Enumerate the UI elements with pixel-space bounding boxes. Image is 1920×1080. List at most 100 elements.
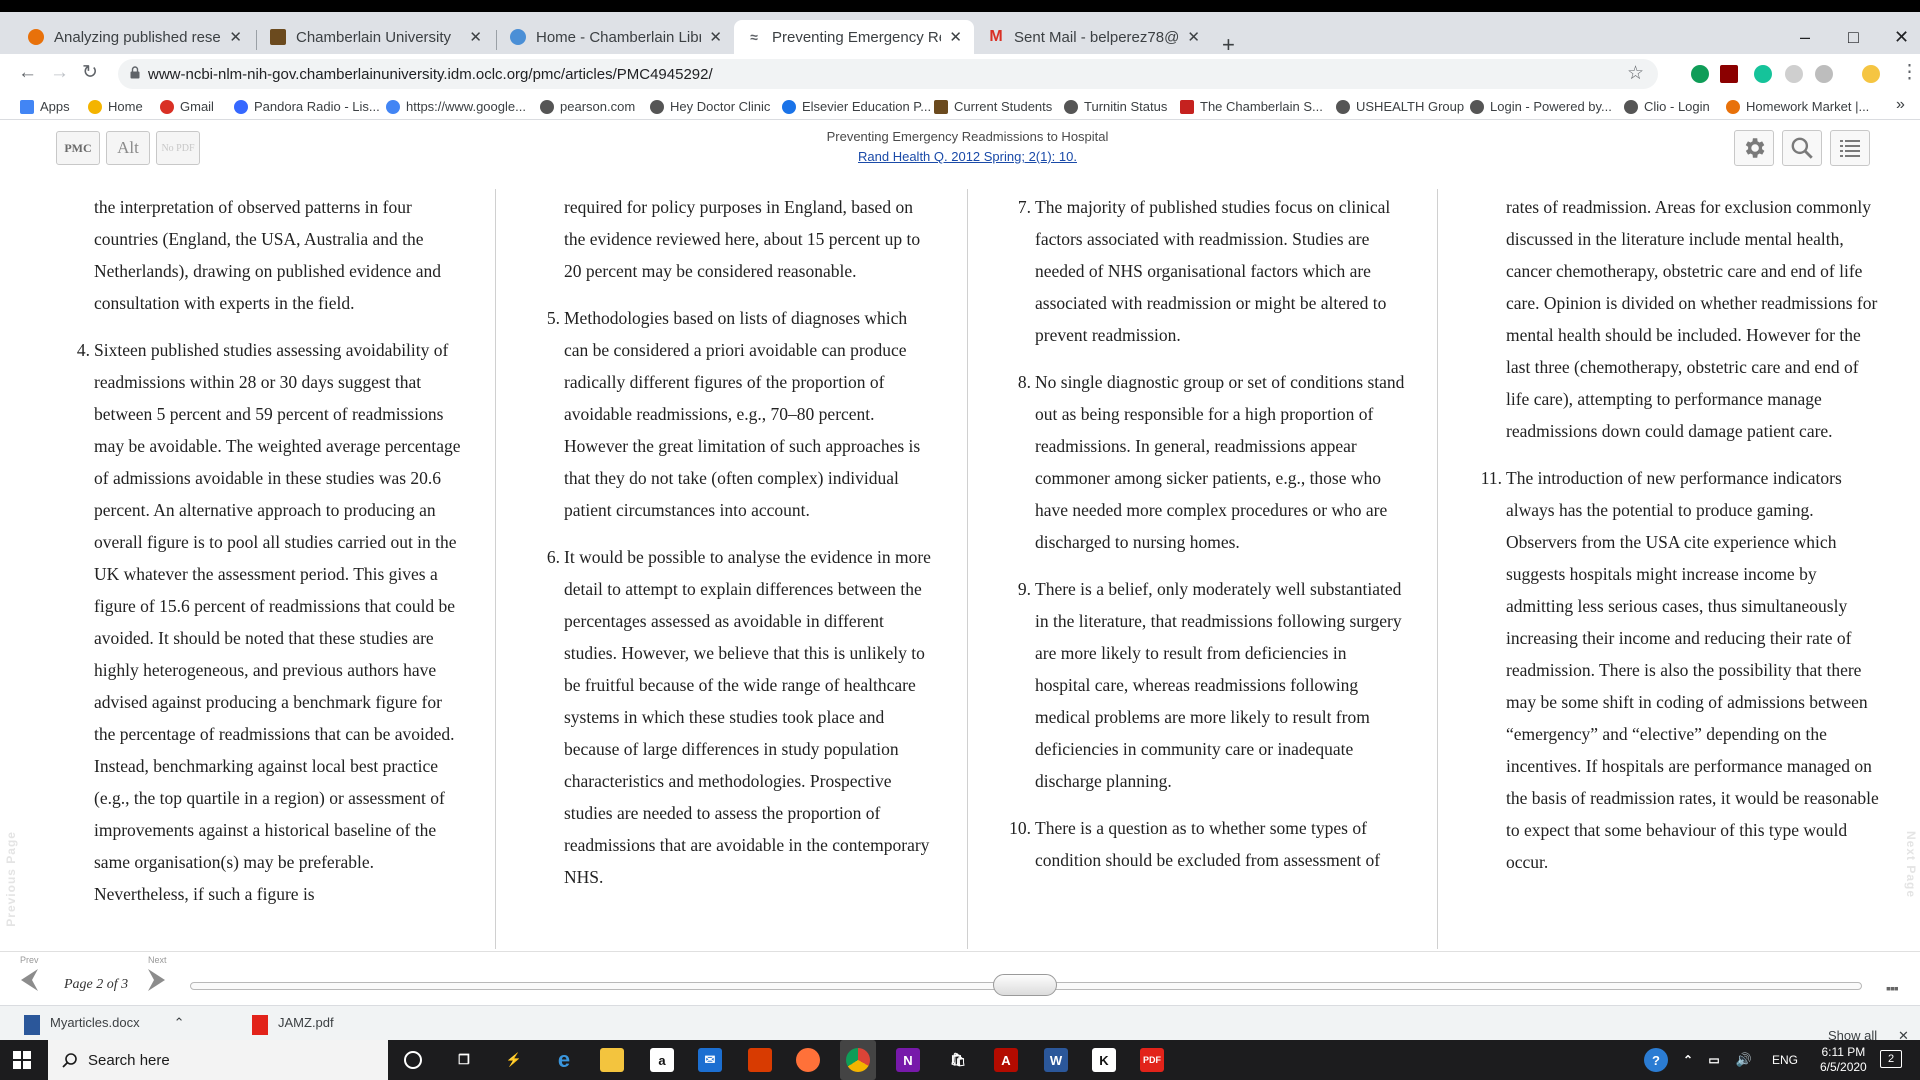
next-page-edge[interactable]: Next Page (1904, 831, 1918, 898)
bookmark-apps[interactable]: Apps (20, 99, 70, 114)
pager-bar: Prev Next Page 2 of 3 ▪▪▪ (0, 951, 1920, 1005)
bookmark-label: Gmail (180, 99, 214, 114)
windows-start-icon[interactable] (13, 1051, 31, 1069)
grammarly-icon[interactable] (1754, 65, 1772, 83)
acrobat-icon[interactable]: A (994, 1048, 1018, 1072)
bookmark-item[interactable]: Login - Powered by... (1470, 99, 1612, 114)
bookmark-label: pearson.com (560, 99, 636, 114)
bookmark-item[interactable]: USHEALTH Group (1336, 99, 1464, 114)
cortana-icon[interactable] (404, 1051, 422, 1069)
profile-avatar[interactable] (1862, 65, 1880, 83)
bookmark-label: https://www.google... (406, 99, 526, 114)
browser-tab[interactable]: Analyzing published research | N ✕ (16, 20, 254, 54)
reload-button[interactable]: ↻ (82, 63, 98, 82)
contents-button[interactable] (1830, 130, 1870, 166)
bookmark-item[interactable]: Gmail (160, 99, 214, 114)
globe-icon (1064, 99, 1078, 114)
amazon-icon[interactable]: a (650, 1048, 674, 1072)
firefox-icon[interactable] (796, 1048, 820, 1072)
chevron-up-icon[interactable]: ⌃ (1676, 1048, 1700, 1072)
tab-close-icon[interactable]: ✕ (949, 28, 962, 46)
previous-page-edge[interactable]: Previous Page (4, 831, 18, 927)
bookmark-item[interactable]: pearson.com (540, 99, 635, 114)
language-indicator[interactable]: ENG (1772, 1053, 1798, 1067)
new-tab-button[interactable]: + (1222, 34, 1235, 56)
network-icon[interactable]: ▭ (1702, 1048, 1726, 1072)
bookmark-item[interactable]: Homework Market |... (1726, 99, 1869, 114)
pdf-icon[interactable]: PDF (1140, 1048, 1164, 1072)
close-shelf-button[interactable]: ✕ (1898, 1028, 1909, 1040)
bookmark-item[interactable]: Clio - Login (1624, 99, 1710, 114)
find-button[interactable] (1782, 130, 1822, 166)
minimize-button[interactable]: – (1800, 28, 1810, 46)
browser-tab[interactable]: Home - Chamberlain Library Hom ✕ (498, 20, 734, 54)
bookmark-item[interactable]: https://www.google... (386, 99, 526, 114)
bookmark-item[interactable]: Current Students (934, 99, 1052, 114)
clock[interactable]: 6:11 PM 6/5/2020 (1820, 1045, 1867, 1075)
chevron-up-icon[interactable]: ⌃ (174, 1015, 185, 1031)
store-icon[interactable]: 🛍 (946, 1048, 970, 1072)
address-bar[interactable]: www-ncbi-nlm-nih-gov.chamberlainuniversi… (118, 59, 1658, 89)
more-bookmarks-button[interactable]: » (1896, 96, 1905, 114)
kindle-icon[interactable]: K (1092, 1048, 1116, 1072)
browser-tab[interactable]: Chamberlain University ✕ (258, 20, 494, 54)
task-view-icon[interactable]: ❐ (452, 1048, 476, 1072)
onenote-icon[interactable]: N (896, 1048, 920, 1072)
globe-icon (540, 99, 554, 114)
extension-icon[interactable] (1815, 65, 1833, 83)
extension-icon[interactable] (1691, 65, 1709, 83)
item-text: Sixteen published studies assessing avoi… (94, 340, 461, 904)
column-divider (495, 189, 496, 949)
page-slider-thumb[interactable] (993, 974, 1057, 996)
item-text: There is a belief, only moderately well … (1035, 579, 1402, 791)
help-icon[interactable]: ? (1644, 1048, 1668, 1072)
browser-tab[interactable]: M Sent Mail - belperez78@gmail.co ✕ (976, 20, 1212, 54)
volume-icon[interactable]: 🔊 (1732, 1048, 1756, 1072)
download-item[interactable]: JAMZ.pdf (252, 1015, 334, 1040)
close-window-button[interactable]: ✕ (1894, 28, 1909, 46)
next-page-icon[interactable] (146, 967, 168, 993)
back-button[interactable]: ← (18, 63, 37, 82)
file-explorer-icon[interactable] (600, 1048, 624, 1072)
browser-tab-active[interactable]: ≈ Preventing Emergency Readmissi ✕ (734, 20, 974, 54)
notification-icon[interactable]: 2 (1880, 1050, 1902, 1068)
edge-icon[interactable]: e (552, 1047, 576, 1072)
acrobat-extension-icon[interactable] (1720, 65, 1738, 83)
menu-dots-icon[interactable]: ⋮ (1900, 63, 1919, 82)
vscode-icon[interactable]: ⚡ (502, 1048, 526, 1072)
date: 6/5/2020 (1820, 1060, 1867, 1074)
tab-close-icon[interactable]: ✕ (709, 28, 722, 46)
bookmark-item[interactable]: The Chamberlain S... (1180, 99, 1323, 114)
office-icon[interactable] (748, 1048, 772, 1072)
bookmark-item[interactable]: Pandora Radio - Lis... (234, 99, 380, 114)
bookmark-star-icon[interactable]: ☆ (1627, 62, 1644, 85)
bookmark-item[interactable]: Home (88, 99, 143, 114)
mail-icon[interactable]: ✉ (698, 1048, 722, 1072)
citation-link[interactable]: Rand Health Q. 2012 Spring; 2(1): 10. (0, 149, 1920, 164)
url-text: www-ncbi-nlm-nih-gov.chamberlainuniversi… (148, 65, 713, 83)
show-all-button[interactable]: Show all (1828, 1028, 1877, 1040)
more-icon[interactable]: ▪▪▪ (1886, 980, 1899, 996)
bookmark-item[interactable]: Elsevier Education P... (782, 99, 931, 114)
prev-page-icon[interactable] (18, 967, 40, 993)
chrome-taskbar-button[interactable] (840, 1040, 876, 1080)
item-number: 6. (546, 547, 560, 567)
settings-button[interactable] (1734, 130, 1774, 166)
globe-icon (1624, 99, 1638, 114)
bookmark-icon (1726, 99, 1740, 114)
tab-separator (256, 30, 257, 50)
maximize-button[interactable]: □ (1848, 28, 1859, 46)
forward-button[interactable]: → (50, 63, 69, 82)
taskbar-search[interactable]: Search here (48, 1040, 388, 1080)
shield-extension-icon[interactable] (1785, 65, 1803, 83)
download-item[interactable]: Myarticles.docx ⌃ (24, 1015, 184, 1040)
pandora-icon (234, 99, 248, 114)
bookmark-item[interactable]: Turnitin Status (1064, 99, 1167, 114)
tab-close-icon[interactable]: ✕ (1187, 28, 1200, 46)
paragraph: the interpretation of observed patterns … (64, 191, 464, 319)
tab-close-icon[interactable]: ✕ (229, 28, 242, 46)
tab-close-icon[interactable]: ✕ (469, 28, 482, 46)
bookmark-item[interactable]: Hey Doctor Clinic (650, 99, 770, 114)
tab-title: Preventing Emergency Readmissi (772, 28, 941, 46)
word-icon[interactable]: W (1044, 1048, 1068, 1072)
